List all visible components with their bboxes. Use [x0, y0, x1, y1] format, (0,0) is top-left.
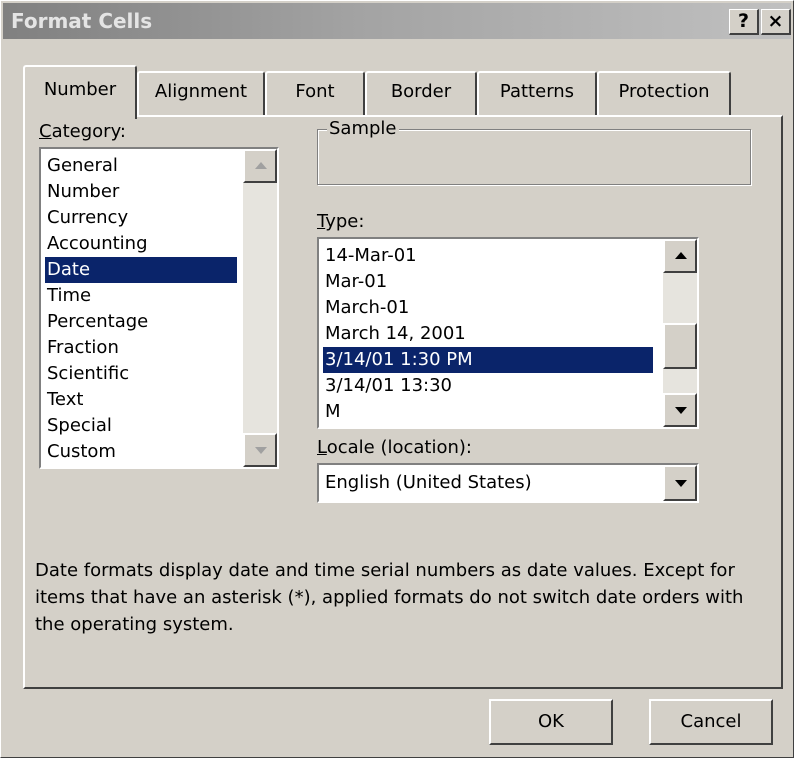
type-list-item[interactable]: March 14, 2001 — [323, 321, 653, 347]
cancel-button[interactable]: Cancel — [649, 699, 773, 745]
type-label: Type: — [317, 211, 365, 232]
category-scroll-down-button[interactable] — [243, 433, 277, 467]
format-cells-dialog: Format Cells ? × Number Alignment Font B… — [0, 0, 794, 758]
category-label: Category: — [39, 121, 126, 142]
scroll-up-arrow-icon — [675, 252, 687, 259]
category-list-item[interactable]: Text — [45, 387, 237, 413]
chevron-down-icon — [675, 480, 687, 487]
type-list-item[interactable]: 14-Mar-01 — [323, 243, 653, 269]
category-list-item[interactable]: Percentage — [45, 309, 237, 335]
category-list-item[interactable]: Number — [45, 179, 237, 205]
sample-label: Sample — [327, 118, 399, 139]
category-list-item[interactable]: Date — [45, 257, 237, 283]
dialog-title: Format Cells — [11, 9, 153, 33]
title-bar[interactable]: Format Cells ? × — [3, 3, 791, 39]
locale-dropdown-button[interactable] — [663, 465, 697, 501]
category-list-item[interactable]: General — [45, 153, 237, 179]
close-button[interactable]: × — [761, 9, 791, 35]
tab-border[interactable]: Border — [365, 71, 477, 115]
tab-patterns[interactable]: Patterns — [477, 71, 597, 115]
scroll-down-arrow-icon — [675, 407, 687, 414]
category-scroll-up-button[interactable] — [243, 149, 277, 183]
scroll-down-arrow-icon — [255, 447, 267, 454]
category-list-item[interactable]: Accounting — [45, 231, 237, 257]
category-list-item[interactable]: Currency — [45, 205, 237, 231]
type-list-item[interactable]: 3/14/01 13:30 — [323, 373, 653, 399]
category-listbox[interactable]: General Number Currency Accounting Date Time P… — [39, 147, 279, 469]
type-label-text: ype: — [325, 211, 365, 232]
type-listbox[interactable]: 14-Mar-01 Mar-01 March-01 March 14, 2001 3/1… — [317, 237, 699, 429]
scroll-up-arrow-icon — [255, 162, 267, 169]
category-list-item[interactable]: Time — [45, 283, 237, 309]
type-list-item[interactable]: 3/14/01 1:30 PM — [323, 347, 653, 373]
tab-font[interactable]: Font — [265, 71, 365, 115]
type-scroll-thumb[interactable] — [663, 323, 697, 369]
tab-number[interactable]: Number — [23, 65, 137, 119]
ok-button[interactable]: OK — [489, 699, 613, 745]
tab-protection[interactable]: Protection — [597, 71, 731, 115]
locale-label-text: ocale (location): — [326, 437, 472, 458]
locale-dropdown[interactable]: English (United States) — [317, 463, 699, 503]
type-scroll-up-button[interactable] — [663, 239, 697, 273]
type-list-item[interactable]: Mar-01 — [323, 269, 653, 295]
category-scrollbar[interactable] — [243, 149, 277, 467]
locale-label: Locale (location): — [317, 437, 472, 458]
tab-alignment[interactable]: Alignment — [137, 71, 265, 115]
category-list-item[interactable]: Scientific — [45, 361, 237, 387]
type-list-item[interactable]: March-01 — [323, 295, 653, 321]
type-scroll-down-button[interactable] — [663, 393, 697, 427]
locale-value: English (United States) — [325, 472, 532, 493]
format-description: Date formats display date and time seria… — [35, 560, 744, 635]
category-list-item[interactable]: Fraction — [45, 335, 237, 361]
category-label-text: ategory: — [51, 121, 126, 142]
category-list-item[interactable]: Custom — [45, 439, 237, 465]
category-list-item[interactable]: Special — [45, 413, 237, 439]
type-list-item[interactable]: M — [323, 399, 653, 425]
type-scrollbar[interactable] — [663, 239, 697, 427]
help-button[interactable]: ? — [729, 9, 759, 35]
